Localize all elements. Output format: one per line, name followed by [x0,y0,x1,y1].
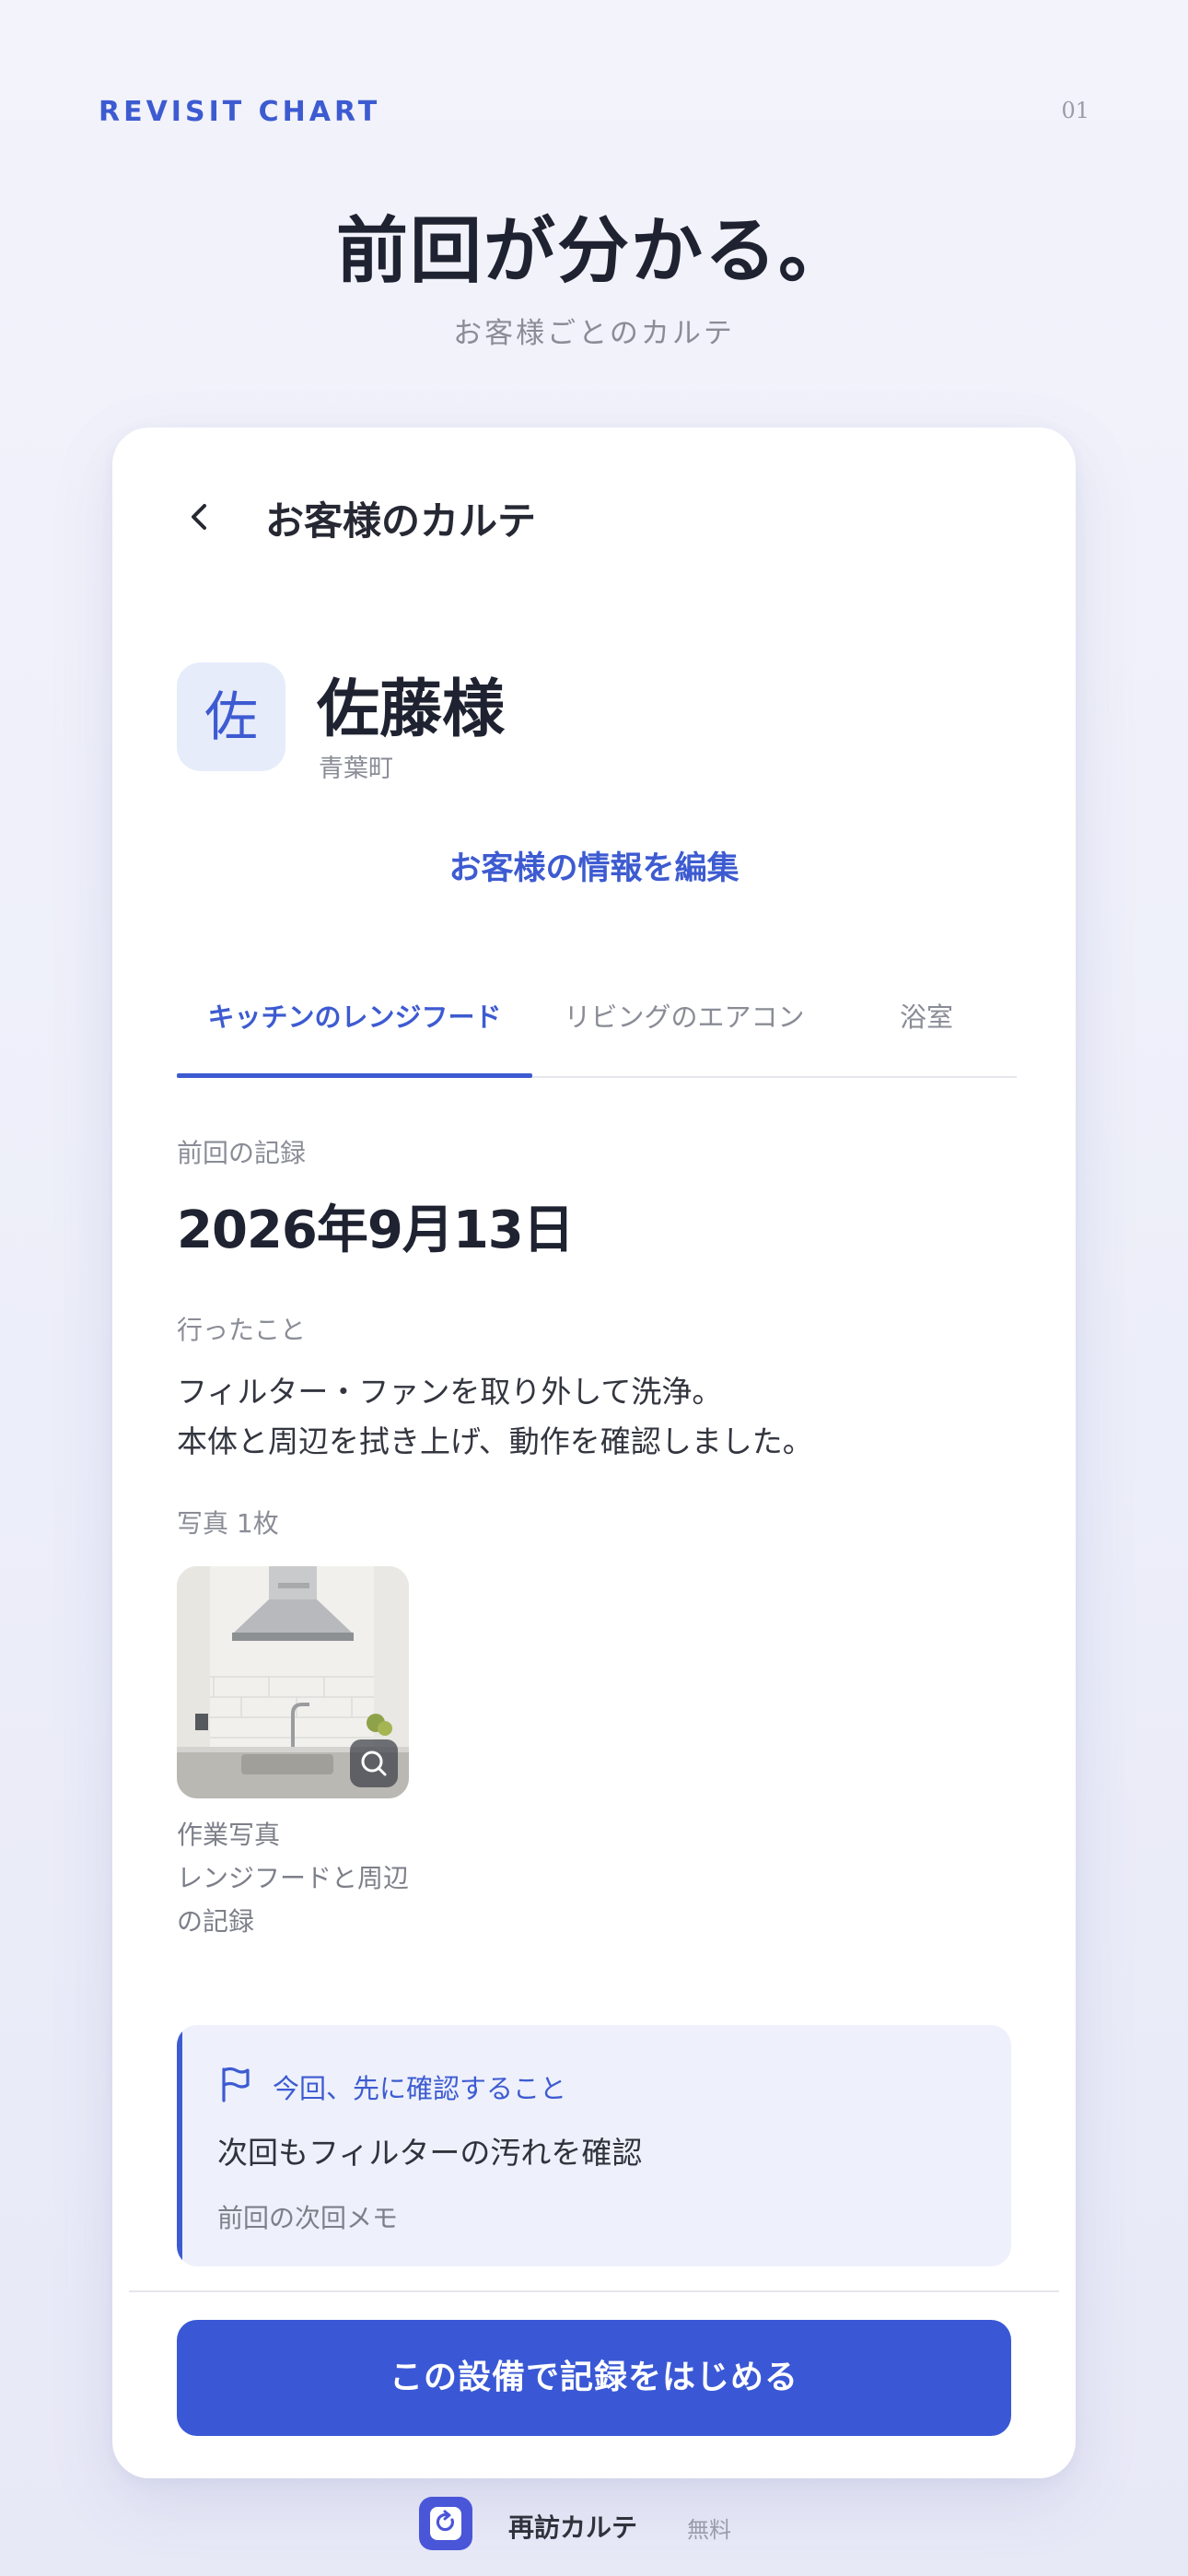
work-done-label: 行ったこと [177,1315,307,1345]
headline: 前回が分かる。 [335,210,852,293]
photo-caption-line: 作業写真 [177,1820,281,1850]
start-record-button[interactable]: この設備で記録をはじめる [177,2320,1011,2436]
equipment-tabs: キッチンのレンジフード リビングのエアコン 浴室 [177,980,1017,1078]
record-date: 2026年9月13日 [177,1200,575,1260]
customer-name: 佐藤様 [317,673,506,746]
note-heading: 今回、先に確認すること [273,2073,567,2104]
zoom-button[interactable] [350,1739,398,1787]
note-body: 次回もフィルターの汚れを確認 [217,2135,643,2171]
next-check-note: 今回、先に確認すること 次回もフィルターの汚れを確認 前回の次回メモ [177,2025,1011,2266]
note-accent-bar [177,2025,182,2266]
page-number: 01 [1061,98,1089,123]
chevron-left-icon[interactable] [177,494,223,540]
photo-caption-line: の記録 [177,1906,255,1937]
tab-bathroom[interactable]: 浴室 [836,980,1017,1076]
price-label: 無料 [687,2517,731,2543]
photo-caption: 作業写真 レンジフードと周辺 の記録 [177,1813,425,1943]
brand-label: REVISIT CHART [99,96,381,128]
subheadline: お客様ごとのカルテ [453,317,735,350]
edit-customer-link[interactable]: お客様の情報を編集 [112,842,1076,889]
flag-icon [222,2067,250,2102]
last-record-label: 前回の記録 [177,1138,307,1168]
bottom-divider [129,2290,1059,2292]
refresh-icon [430,2507,461,2540]
work-done-line: 本体と周辺を拭き上げ、動作を確認しました。 [177,1423,813,1459]
app-name: 再訪カルテ [508,2512,638,2543]
nav-title: お客様のカルテ [265,498,537,544]
note-source: 前回の次回メモ [217,2203,399,2233]
work-done-line: フィルター・ファンを取り外して洗浄。 [177,1374,723,1410]
customer-area: 青葉町 [319,755,393,783]
tab-living-aircon[interactable]: リビングのエアコン [532,980,836,1076]
avatar: 佐 [177,662,285,771]
photo-caption-line: レンジフードと周辺 [177,1863,410,1893]
phone-screen-card: お客様のカルテ 佐 佐藤様 青葉町 お客様の情報を編集 キッチンのレンジフード … [112,427,1076,2478]
photos-label: 写真 1枚 [177,1508,279,1539]
nav-bar: お客様のカルテ [112,427,1076,603]
search-icon [361,1751,387,1776]
work-photo-thumbnail[interactable] [177,1566,409,1798]
tab-kitchen-hood[interactable]: キッチンのレンジフード [177,980,532,1078]
app-icon [419,2497,472,2550]
work-done-text: フィルター・ファンを取り外して洗浄。 本体と周辺を拭き上げ、動作を確認しました。 [177,1367,813,1467]
